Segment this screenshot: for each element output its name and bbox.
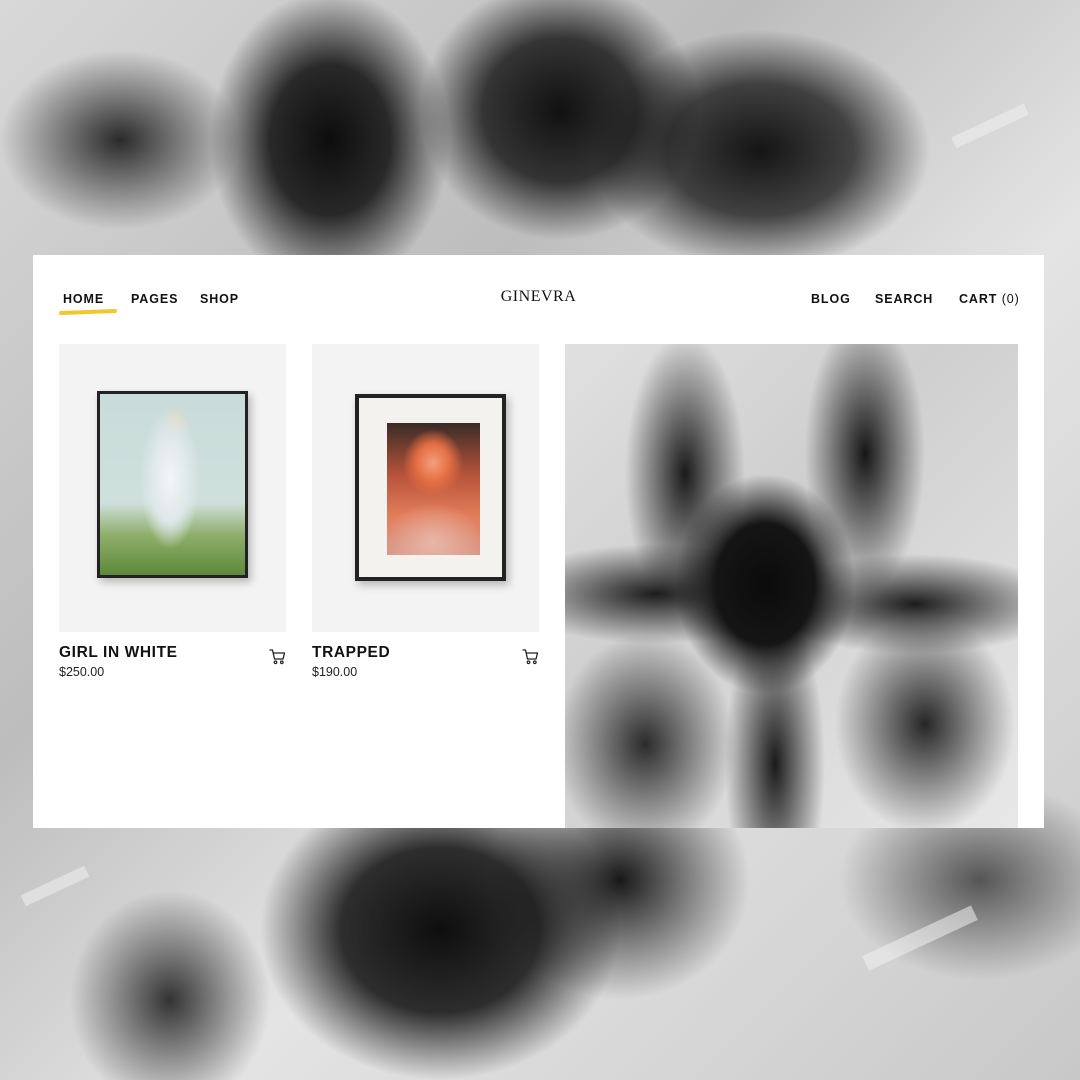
product-price: $250.00	[59, 665, 105, 679]
product-thumbnail[interactable]	[312, 344, 539, 632]
active-nav-underline	[58, 308, 118, 316]
product-card[interactable]: GIRL IN WHITE $250.00	[59, 344, 286, 679]
cart-icon[interactable]	[522, 648, 539, 665]
product-name[interactable]: GIRL IN WHITE	[59, 644, 178, 662]
nav-search-link[interactable]: SEARCH	[875, 292, 933, 306]
painting-trapped	[387, 423, 480, 555]
product-name[interactable]: TRAPPED	[312, 644, 390, 662]
website-preview-card: HOME PAGES SHOP GINEVRA BLOG SEARCH CART…	[33, 255, 1044, 828]
framed-painting-image	[97, 391, 248, 578]
product-card[interactable]: TRAPPED $190.00	[312, 344, 539, 679]
nav-blog-link[interactable]: BLOG	[811, 292, 851, 306]
cart-count: (0)	[1001, 292, 1020, 306]
nav-cart-link[interactable]: CART (0)	[959, 292, 1020, 306]
framed-painting-image	[355, 394, 506, 581]
top-navigation: HOME PAGES SHOP GINEVRA BLOG SEARCH CART…	[33, 255, 1044, 343]
product-price: $190.00	[312, 665, 358, 679]
painting-girl-in-white	[100, 394, 245, 575]
product-thumbnail[interactable]	[59, 344, 286, 632]
featured-abstract-painting	[565, 344, 1018, 828]
cart-icon[interactable]	[269, 648, 286, 665]
cart-label: CART	[959, 292, 998, 306]
